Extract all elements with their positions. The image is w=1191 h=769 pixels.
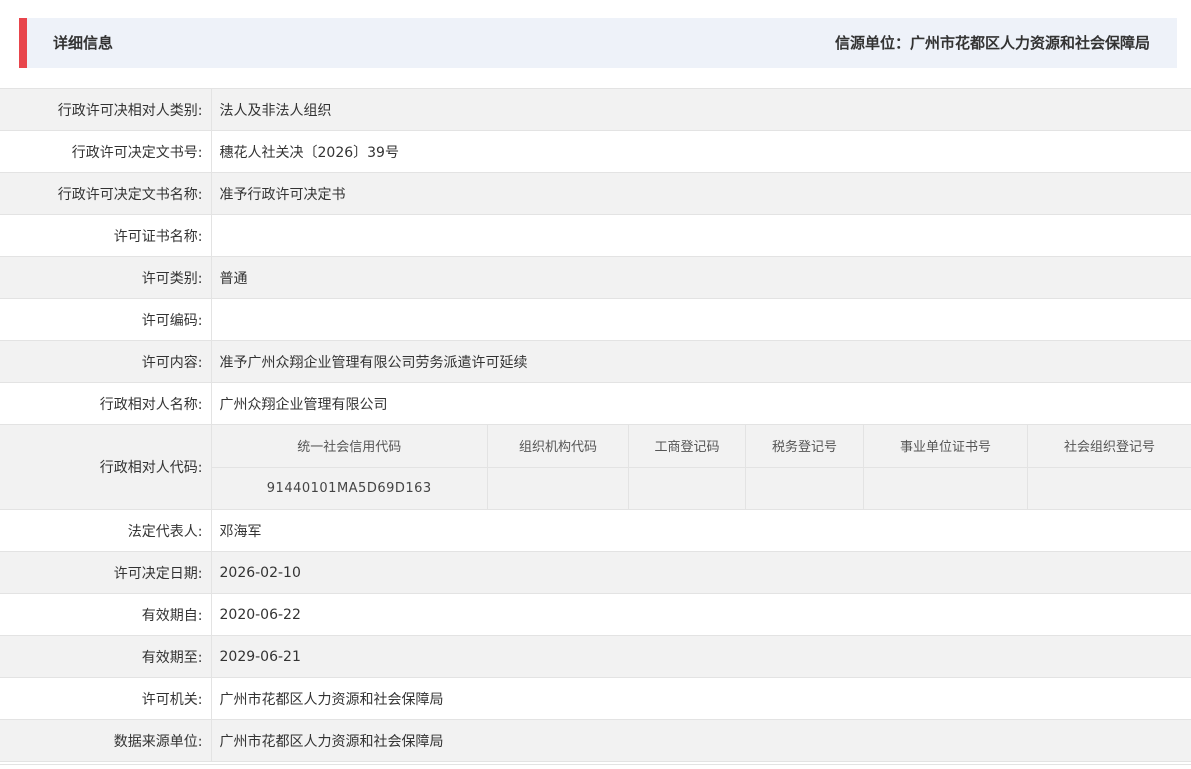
row-value: 邓海军 [211,509,1191,552]
table-row: 法定代表人: 邓海军 [0,509,1191,552]
codes-header: 统一社会信用代码 [211,425,488,468]
row-value: 准予广州众翔企业管理有限公司劳务派遣许可延续 [211,340,1191,383]
row-value: 法人及非法人组织 [211,88,1191,131]
codes-header: 税务登记号 [745,425,864,468]
row-value [211,298,1191,341]
row-value: 准予行政许可决定书 [211,172,1191,215]
codes-row: 行政相对人代码: 统一社会信用代码 组织机构代码 工商登记码 税务登记号 事业单… [0,424,1191,510]
row-value: 广州市花都区人力资源和社会保障局 [211,677,1191,720]
row-value: 2026-02-10 [211,551,1191,594]
table-row: 有效期至: 2029-06-21 [0,635,1191,678]
codes-value: 91440101MA5D69D163 [211,467,488,509]
row-label: 许可证书名称: [0,214,212,257]
row-label: 许可内容: [0,340,212,383]
codes-value [487,467,629,509]
row-label: 许可机关: [0,677,212,720]
codes-header-row: 统一社会信用代码 组织机构代码 工商登记码 税务登记号 事业单位证书号 社会组织… [211,425,1191,468]
codes-value-row: 91440101MA5D69D163 [211,467,1191,509]
divider [0,764,1191,765]
row-label: 许可类别: [0,256,212,299]
codes-header: 组织机构代码 [487,425,629,468]
table-row: 行政相对人名称: 广州众翔企业管理有限公司 [0,382,1191,425]
row-value: 广州市花都区人力资源和社会保障局 [211,719,1191,762]
codes-value [745,467,864,509]
row-label: 法定代表人: [0,509,212,552]
row-label: 有效期至: [0,635,212,678]
codes-value [863,467,1028,509]
row-value [211,214,1191,257]
header-title: 详细信息 [53,34,114,52]
header-source-unit: 信源单位：广州市花都区人力资源和社会保障局 [834,34,1150,52]
table-row: 数据来源单位: 广州市花都区人力资源和社会保障局 [0,719,1191,762]
codes-table: 统一社会信用代码 组织机构代码 工商登记码 税务登记号 事业单位证书号 社会组织… [211,425,1191,509]
row-label: 行政许可决定文书号: [0,130,212,173]
header-accent-bar [19,18,27,68]
row-value: 2029-06-21 [211,635,1191,678]
row-value: 穗花人社关决〔2026〕39号 [211,130,1191,173]
row-label: 行政许可决定文书名称: [0,172,212,215]
table-row: 行政许可决定文书号: 穗花人社关决〔2026〕39号 [0,130,1191,173]
table-row: 许可编码: [0,298,1191,341]
detail-table: 行政许可决相对人类别: 法人及非法人组织 行政许可决定文书号: 穗花人社关决〔2… [0,88,1191,762]
codes-header: 事业单位证书号 [863,425,1028,468]
table-row: 有效期自: 2020-06-22 [0,593,1191,636]
row-value: 广州众翔企业管理有限公司 [211,382,1191,425]
codes-value [628,467,746,509]
row-label: 数据来源单位: [0,719,212,762]
row-value: 普通 [211,256,1191,299]
codes-header: 工商登记码 [628,425,746,468]
codes-label: 行政相对人代码: [0,424,212,510]
table-row: 行政许可决相对人类别: 法人及非法人组织 [0,88,1191,131]
codes-cell: 统一社会信用代码 组织机构代码 工商登记码 税务登记号 事业单位证书号 社会组织… [211,424,1191,510]
codes-value [1028,467,1191,509]
table-row: 许可内容: 准予广州众翔企业管理有限公司劳务派遣许可延续 [0,340,1191,383]
detail-header: 详细信息 信源单位：广州市花都区人力资源和社会保障局 [19,18,1177,68]
row-label: 许可决定日期: [0,551,212,594]
codes-header: 社会组织登记号 [1027,425,1191,468]
table-row: 许可机关: 广州市花都区人力资源和社会保障局 [0,677,1191,720]
table-row: 行政许可决定文书名称: 准予行政许可决定书 [0,172,1191,215]
row-label: 许可编码: [0,298,212,341]
row-label: 行政许可决相对人类别: [0,88,212,131]
table-row: 许可证书名称: [0,214,1191,257]
row-label: 行政相对人名称: [0,382,212,425]
table-row: 许可决定日期: 2026-02-10 [0,551,1191,594]
row-value: 2020-06-22 [211,593,1191,636]
table-row: 许可类别: 普通 [0,256,1191,299]
row-label: 有效期自: [0,593,212,636]
